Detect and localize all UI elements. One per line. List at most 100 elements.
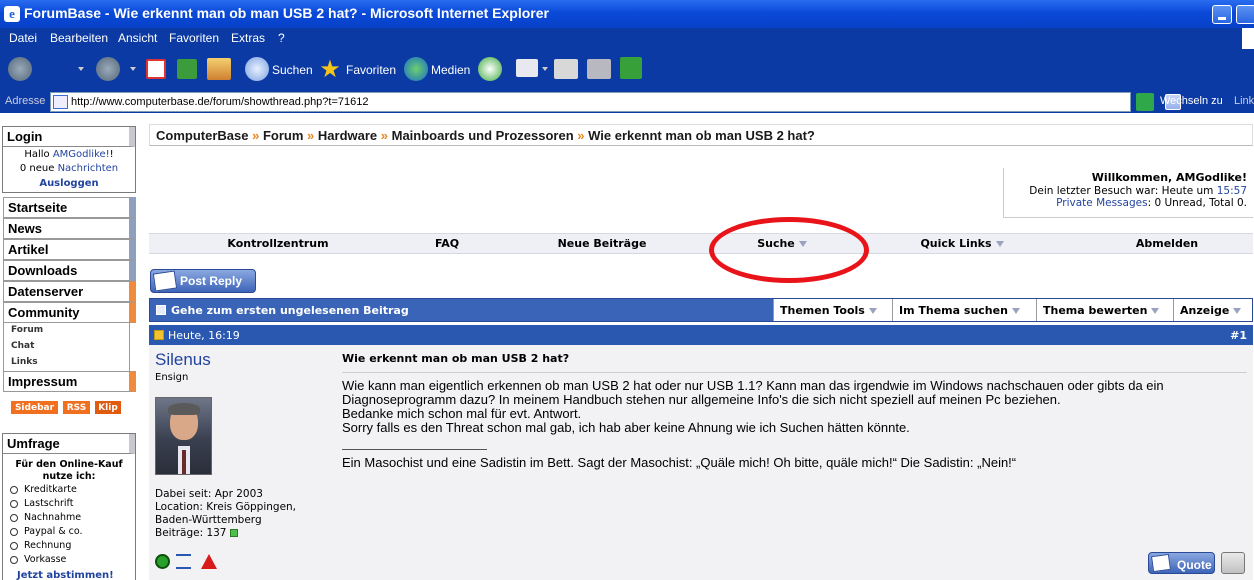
post-body: Wie kann man eigentlich erkennen ob man … xyxy=(342,378,1164,435)
minimize-button[interactable] xyxy=(1212,5,1232,24)
icq-icon[interactable] xyxy=(620,57,642,79)
post-number-link[interactable]: #1 xyxy=(1230,329,1247,342)
sidebar-badge[interactable]: Sidebar xyxy=(10,400,59,415)
chevron-down-icon xyxy=(1233,308,1242,314)
post-title: Wie erkennt man ob man USB 2 hat? xyxy=(342,352,570,365)
vote-link[interactable]: Jetzt abstimmen! xyxy=(17,570,114,580)
menu-bearbeiten[interactable]: Bearbeiten xyxy=(50,31,108,45)
checkbox-icon xyxy=(156,305,166,315)
poll-option-vorkasse[interactable]: Vorkasse xyxy=(10,554,66,565)
nav-abmelden[interactable]: Abmelden xyxy=(1077,237,1254,250)
address-bar: Adresse http://www.computerbase.de/forum… xyxy=(0,91,1254,113)
scales-icon[interactable] xyxy=(176,554,191,569)
sidebar-sub-chat[interactable]: Chat xyxy=(11,341,34,351)
username-link[interactable]: AMGodlike! xyxy=(53,149,110,160)
search-thread-menu[interactable]: Im Thema suchen xyxy=(892,299,1036,321)
nav-faq[interactable]: FAQ xyxy=(407,237,487,250)
logout-link[interactable]: Ausloggen xyxy=(3,178,135,189)
reputation-icon xyxy=(229,529,238,537)
sidebar-item-artikel[interactable]: Artikel xyxy=(3,239,136,260)
media-label[interactable]: Medien xyxy=(431,63,470,77)
title-bar: e ForumBase - Wie erkennt man ob man USB… xyxy=(0,0,1254,28)
post-username[interactable]: Silenus xyxy=(155,350,211,370)
signature: Ein Masochist und eine Sadistin im Bett.… xyxy=(342,455,1017,470)
sidebar-item-datenserver[interactable]: Datenserver xyxy=(3,281,136,302)
sidebar-item-startseite[interactable]: Startseite xyxy=(3,197,136,218)
toolbar: Suchen ★ Favoriten Medien xyxy=(0,49,1254,91)
online-status-icon xyxy=(155,554,170,569)
poll-option-paypal[interactable]: Paypal & co. xyxy=(10,526,83,537)
favorites-label[interactable]: Favoriten xyxy=(346,63,396,77)
page-icon xyxy=(53,95,68,109)
display-mode-menu[interactable]: Anzeige xyxy=(1173,299,1252,321)
poll-option-kreditkarte[interactable]: Kreditkarte xyxy=(10,484,77,495)
menu-favoriten[interactable]: Favoriten xyxy=(169,31,219,45)
first-unread-link[interactable]: Gehe zum ersten ungelesenen Beitrag xyxy=(156,304,409,317)
nav-kontrollzentrum[interactable]: Kontrollzentrum xyxy=(149,237,407,250)
poll-box: Umfrage Für den Online-Kauf nutze ich: K… xyxy=(2,433,136,580)
menu-help[interactable]: ? xyxy=(278,31,285,45)
sidebar-item-downloads[interactable]: Downloads xyxy=(3,260,136,281)
menu-extras[interactable]: Extras xyxy=(231,31,265,45)
go-button[interactable]: Wechseln zu xyxy=(1160,95,1223,107)
breadcrumb-item-computerbase[interactable]: ComputerBase xyxy=(156,128,248,143)
post-date: Heute, 16:19 xyxy=(168,329,240,342)
search-icon[interactable] xyxy=(245,57,269,81)
login-title: Login xyxy=(3,127,135,147)
breadcrumb-item-forum[interactable]: Forum xyxy=(263,128,303,143)
address-url: http://www.computerbase.de/forum/showthr… xyxy=(71,96,369,108)
edit-icon[interactable] xyxy=(587,59,611,79)
back-icon[interactable] xyxy=(8,57,32,81)
user-location-2: Baden-Württemberg xyxy=(155,514,262,526)
links-label[interactable]: Links xyxy=(1234,95,1254,107)
address-input[interactable]: http://www.computerbase.de/forum/showthr… xyxy=(50,92,1181,112)
refresh-icon[interactable] xyxy=(177,59,197,79)
messages-link[interactable]: Nachrichten xyxy=(58,163,119,174)
back-dropdown-icon[interactable] xyxy=(78,67,84,71)
thread-tools-menu[interactable]: Themen Tools xyxy=(773,299,892,321)
poll-option-rechnung[interactable]: Rechnung xyxy=(10,540,71,551)
sidebar-item-impressum[interactable]: Impressum xyxy=(3,371,136,392)
nav-neue-beitraege[interactable]: Neue Beiträge xyxy=(487,237,717,250)
home-icon[interactable] xyxy=(207,58,231,80)
multiquote-icon[interactable] xyxy=(1221,552,1245,574)
sidebar-sub-links[interactable]: Links xyxy=(11,357,38,367)
forward-dropdown-icon[interactable] xyxy=(130,67,136,71)
go-arrow-icon[interactable] xyxy=(1136,93,1154,111)
globe-icon[interactable] xyxy=(404,57,428,81)
quote-button[interactable]: Quote xyxy=(1148,552,1215,574)
private-messages-link[interactable]: Private Messages xyxy=(1056,197,1147,209)
poll-option-nachnahme[interactable]: Nachnahme xyxy=(10,512,81,523)
pencil-paper-icon xyxy=(1150,553,1172,573)
rss-badge[interactable]: RSS xyxy=(62,400,91,415)
breadcrumb-item-hardware[interactable]: Hardware xyxy=(318,128,377,143)
poll-option-lastschrift[interactable]: Lastschrift xyxy=(10,498,73,509)
sidebar-item-community[interactable]: Community xyxy=(3,302,136,323)
star-icon[interactable]: ★ xyxy=(318,57,342,81)
klip-badge[interactable]: Klip xyxy=(94,400,122,415)
sidebar-sub-forum[interactable]: Forum xyxy=(11,325,43,335)
maximize-button[interactable] xyxy=(1236,5,1254,24)
menu-ansicht[interactable]: Ansicht xyxy=(118,31,157,45)
mail-icon[interactable] xyxy=(516,59,538,77)
address-label: Adresse xyxy=(5,95,46,107)
stop-icon[interactable] xyxy=(146,59,166,79)
chevron-down-icon xyxy=(1011,308,1020,314)
menu-datei[interactable]: Datei xyxy=(9,31,37,45)
forward-icon[interactable] xyxy=(96,57,120,81)
warning-icon[interactable] xyxy=(201,554,217,569)
poll-question: Für den Online-Kauf nutze ich: xyxy=(15,459,123,482)
user-rank: Ensign xyxy=(155,372,189,383)
breadcrumb-item-mainboards[interactable]: Mainboards und Prozessoren xyxy=(392,128,574,143)
post-reply-button[interactable]: Post Reply xyxy=(150,269,256,293)
nav-quick-links[interactable]: Quick Links xyxy=(847,237,1077,250)
history-icon[interactable] xyxy=(478,57,502,81)
search-label[interactable]: Suchen xyxy=(272,63,313,77)
sidebar-item-news[interactable]: News xyxy=(3,218,136,239)
login-box: Login Hallo AMGodlike!! 0 neue Nachricht… xyxy=(2,126,136,193)
highlight-circle xyxy=(709,217,869,283)
print-icon[interactable] xyxy=(554,59,578,79)
rate-thread-menu[interactable]: Thema bewerten xyxy=(1036,299,1173,321)
pencil-paper-icon xyxy=(152,270,178,292)
mail-dropdown-icon[interactable] xyxy=(542,67,548,71)
